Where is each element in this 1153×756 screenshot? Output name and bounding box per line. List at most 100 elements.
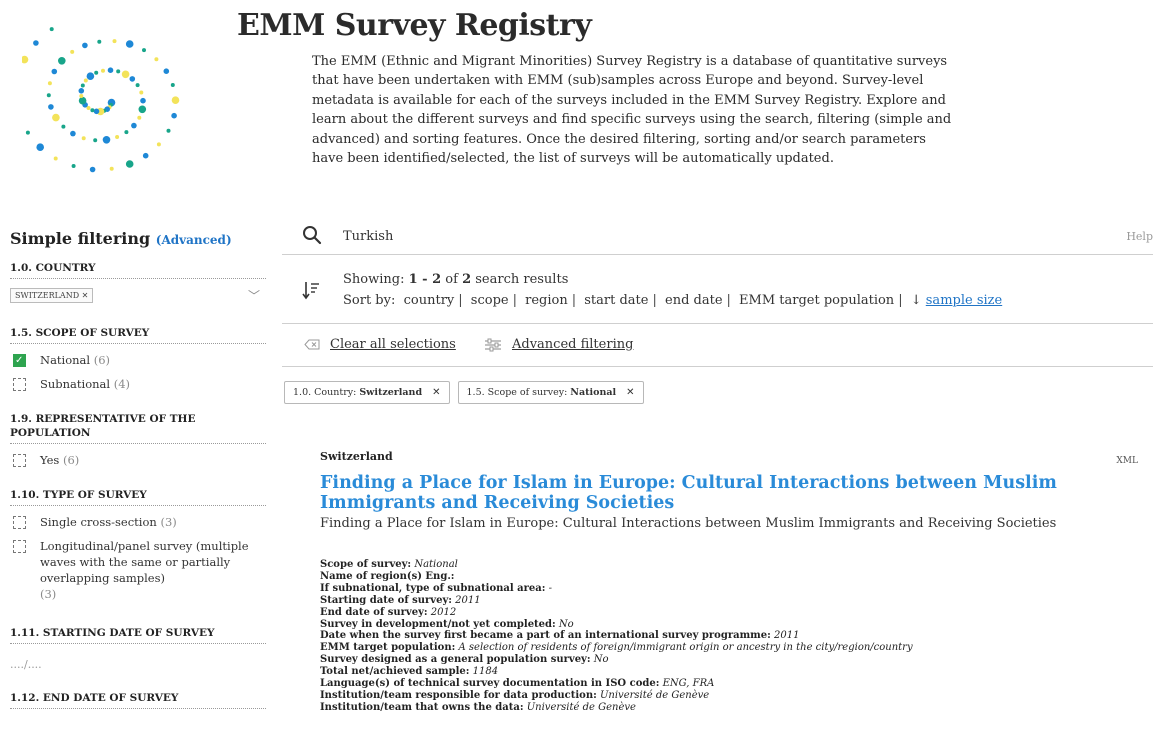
logo-dot	[86, 72, 95, 80]
metadata-row: Institution/team that owns the data: Uni…	[320, 702, 1140, 714]
chevron-down-icon[interactable]: ﹀	[248, 287, 260, 304]
logo-dot	[166, 128, 171, 133]
sort-emm-target-population[interactable]: EMM target population	[739, 293, 894, 308]
option-subnational[interactable]: Subnational (4)	[10, 376, 266, 392]
logo-dot	[171, 96, 180, 104]
logo-dot	[115, 135, 120, 139]
sort-arrow-down-icon: ↓	[910, 293, 922, 308]
facet-heading: 1.12. END DATE OF SURVEY	[10, 691, 266, 709]
help-link[interactable]: Help	[1126, 230, 1153, 243]
sort-end-date[interactable]: end date	[665, 293, 723, 308]
logo-dot	[58, 57, 66, 65]
result-country: Switzerland	[320, 450, 393, 463]
metadata-row: EMM target population: A selection of re…	[320, 642, 1140, 654]
clear-all-button[interactable]: Clear all selections	[304, 337, 456, 352]
intro-text: The EMM (Ethnic and Migrant Minorities) …	[312, 54, 952, 167]
logo-dot	[101, 68, 105, 73]
logo-dot	[78, 96, 87, 105]
metadata-value: No	[593, 654, 609, 666]
sort-region[interactable]: region	[525, 293, 568, 308]
facet-end-date: 1.12. END DATE OF SURVEY	[10, 691, 266, 709]
sort-start-date[interactable]: start date	[584, 293, 648, 308]
option-count: (4)	[113, 377, 131, 391]
metadata-key: Scope of survey:	[320, 559, 412, 570]
logo-dot	[94, 70, 99, 75]
active-filter-pill[interactable]: 1.0. Country: Switzerland ✕	[284, 381, 450, 404]
metadata-value: Université de Genève	[526, 701, 636, 713]
facet-heading: 1.11. STARTING DATE OF SURVEY	[10, 626, 266, 644]
country-select[interactable]: SWITZERLAND ✕ ﹀	[10, 287, 266, 304]
logo-dot	[81, 136, 86, 141]
checkbox[interactable]	[13, 540, 26, 553]
facet-type: 1.10. TYPE OF SURVEY Single cross-sectio…	[10, 488, 266, 602]
close-icon[interactable]: ✕	[626, 387, 634, 398]
option-count: (6)	[93, 353, 111, 367]
metadata-row: If subnational, type of subnational area…	[320, 583, 1140, 595]
logo-dot	[52, 113, 60, 122]
option-cross-section[interactable]: Single cross-section (3)	[10, 514, 266, 530]
result-title-link[interactable]: Finding a Place for Islam in Europe: Cul…	[320, 473, 1120, 513]
sort-descending-icon[interactable]	[302, 280, 320, 300]
option-yes[interactable]: Yes (6)	[10, 452, 266, 468]
checkbox-checked[interactable]	[13, 353, 26, 369]
filter-sliders-icon	[485, 338, 501, 351]
logo-dot	[49, 27, 54, 32]
search-input[interactable]: Turkish	[343, 229, 393, 244]
result-subtitle: Finding a Place for Islam in Europe: Cul…	[320, 516, 1057, 531]
active-filter-pill[interactable]: 1.5. Scope of survey: National ✕	[457, 381, 644, 404]
facet-start-date: 1.11. STARTING DATE OF SURVEY ..../....	[10, 626, 266, 671]
logo-dot	[109, 166, 114, 171]
close-icon[interactable]: ✕	[432, 387, 440, 398]
results-sort-bar: Showing: 1 - 2 of 2 search results Sort …	[282, 256, 1153, 324]
metadata-value: No	[558, 618, 574, 630]
start-date-input[interactable]: ..../....	[10, 658, 266, 671]
xml-link[interactable]: XML	[1116, 456, 1138, 466]
logo-dot	[112, 39, 117, 44]
filter-actions: Clear all selections Advanced filtering	[282, 325, 1153, 367]
advanced-link[interactable]: (Advanced)	[156, 233, 232, 247]
logo-dot	[129, 76, 136, 82]
metadata-row: Name of region(s) Eng.:	[320, 571, 1140, 583]
metadata-value: ENG, FRA	[662, 678, 715, 690]
metadata-row: Starting date of survey: 2011	[320, 595, 1140, 607]
metadata-value: Université de Genève	[599, 689, 710, 701]
option-longitudinal[interactable]: Longitudinal/panel survey (multiple wave…	[10, 538, 266, 602]
facet-representative: 1.9. REPRESENTATIVE OF THE POPULATION Ye…	[10, 412, 266, 468]
active-filters: 1.0. Country: Switzerland ✕ 1.5. Scope of…	[284, 381, 644, 404]
metadata-key: Survey designed as a general population …	[320, 654, 591, 666]
checkbox[interactable]	[13, 516, 26, 529]
logo-dot	[154, 57, 159, 62]
logo-dot	[93, 138, 98, 143]
logo-dot	[135, 83, 140, 88]
chip-close-icon[interactable]: ✕	[82, 291, 89, 300]
sort-scope[interactable]: scope	[471, 293, 509, 308]
metadata-key: Starting date of survey:	[320, 594, 452, 606]
logo-dot	[70, 130, 76, 137]
logo-dot	[124, 130, 129, 135]
sort-sample-size[interactable]: sample size	[926, 293, 1002, 308]
metadata-row: Date when the survey first became a part…	[320, 630, 1140, 642]
option-national[interactable]: National (6)	[10, 352, 266, 369]
sort-country[interactable]: country	[404, 293, 455, 308]
result-metadata: Scope of survey: National Name of region(…	[320, 559, 1140, 714]
checkbox[interactable]	[13, 454, 26, 467]
country-chip[interactable]: SWITZERLAND ✕	[10, 288, 94, 303]
logo-dot	[22, 55, 29, 64]
logo-dot	[121, 70, 130, 79]
logo-dot	[90, 108, 95, 113]
option-count: (3)	[160, 515, 177, 529]
spiral-dots-logo-icon	[22, 27, 180, 173]
logo-dot	[47, 81, 52, 86]
metadata-value: -	[548, 582, 553, 594]
advanced-filtering-button[interactable]: Advanced filtering	[484, 337, 633, 352]
option-count: (6)	[62, 453, 80, 467]
logo-dot	[33, 40, 39, 46]
logo-dot	[131, 122, 137, 129]
logo-dot	[137, 115, 142, 120]
logo-dot	[82, 42, 88, 49]
metadata-key: EMM target population:	[320, 642, 456, 654]
search-icon[interactable]	[302, 225, 322, 245]
logo-dot	[89, 166, 96, 173]
facet-heading: 1.9. REPRESENTATIVE OF THE POPULATION	[10, 412, 266, 444]
checkbox[interactable]	[13, 378, 26, 391]
